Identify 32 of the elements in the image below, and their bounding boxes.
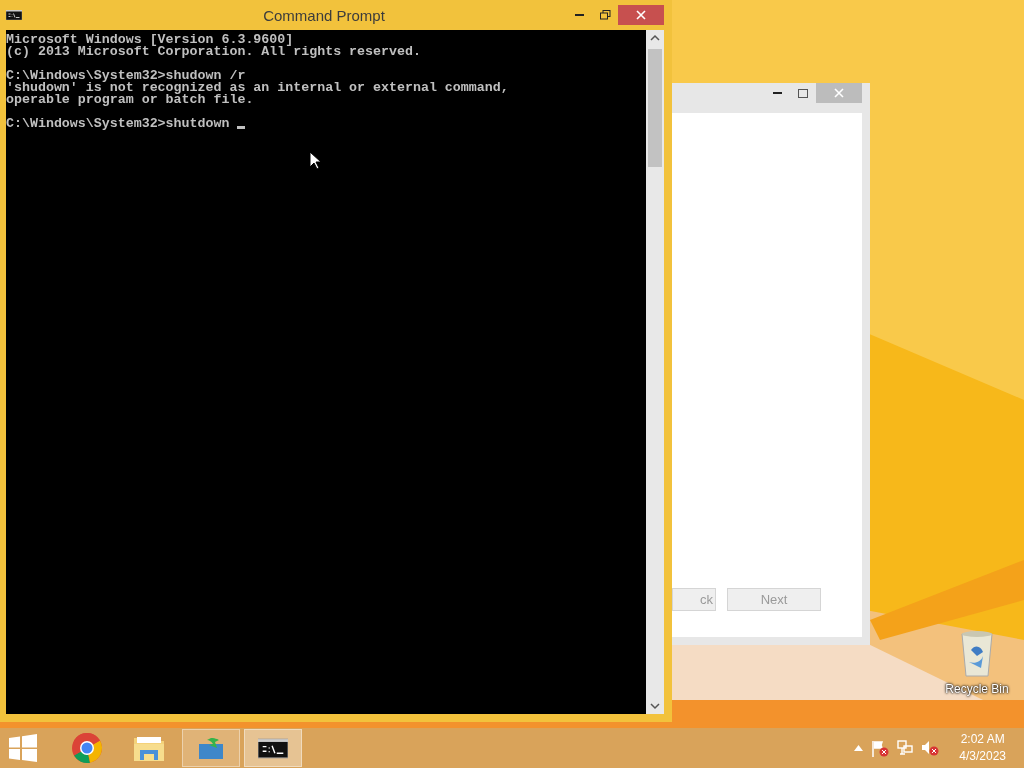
console-icon xyxy=(258,737,288,759)
window-title: Command Prompt xyxy=(262,6,386,24)
flag-icon[interactable] xyxy=(871,739,890,757)
console-line: Microsoft Windows [Version 6.3.9600] xyxy=(6,34,294,46)
mouse-pointer-icon xyxy=(309,151,321,170)
taskbar-button[interactable] xyxy=(244,729,302,767)
trash-bin-icon[interactable] xyxy=(959,630,995,678)
minimize-icon[interactable] xyxy=(574,14,584,16)
network-icon[interactable] xyxy=(897,740,914,756)
maximize-icon[interactable] xyxy=(798,88,808,98)
folder-icon xyxy=(133,734,165,762)
scrollbar[interactable] xyxy=(646,30,664,714)
console-icon xyxy=(6,10,22,20)
console-line: (c) 2013 Microsoft Corporation. All rights reserved. xyxy=(6,46,421,58)
restore-icon[interactable] xyxy=(599,10,611,20)
windows-logo-icon xyxy=(9,734,37,762)
console-line: 'shudown' is not recognized as an internal or external command, xyxy=(6,82,509,94)
console-line: C:\Windows\System32>shutdown xyxy=(6,118,231,130)
clock-date[interactable]: 4/3/2023 xyxy=(959,748,1006,765)
minimize-icon[interactable] xyxy=(772,92,782,94)
console-line: C:\Windows\System32>shudown /r xyxy=(6,70,246,82)
console-line: operable program or batch file. xyxy=(6,94,254,106)
installer-icon xyxy=(197,736,225,760)
browser-icon xyxy=(71,732,103,764)
scroll-thumb[interactable] xyxy=(648,49,662,167)
close-icon xyxy=(834,88,844,98)
speaker-muted-icon[interactable] xyxy=(921,740,940,756)
close-icon xyxy=(636,10,646,20)
close-button[interactable] xyxy=(618,5,664,25)
clock-time[interactable]: 2:02 AM xyxy=(960,731,1005,748)
show-hidden-icons-icon[interactable] xyxy=(854,745,864,751)
icon-label: Recycle Bin xyxy=(945,682,1009,696)
